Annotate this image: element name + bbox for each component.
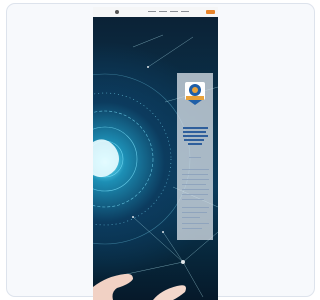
text-line — [183, 135, 208, 137]
text-line — [182, 194, 208, 195]
text-line — [182, 174, 208, 175]
text-line — [189, 157, 201, 158]
text-line — [182, 212, 207, 213]
website-thumbnail[interactable] — [93, 7, 218, 300]
award-badge-icon — [185, 82, 205, 105]
text-line — [182, 228, 202, 229]
text-line — [182, 207, 209, 208]
text-line — [182, 217, 200, 218]
text-line — [184, 139, 204, 141]
text-line — [182, 169, 209, 170]
text-line — [183, 127, 208, 129]
text-line — [182, 184, 206, 185]
text-line — [182, 189, 209, 190]
hands-graphic — [93, 273, 186, 300]
text-line — [182, 223, 209, 224]
text-line — [182, 199, 204, 200]
text-line — [182, 179, 209, 180]
text-line — [188, 143, 202, 145]
text-line — [183, 131, 206, 133]
